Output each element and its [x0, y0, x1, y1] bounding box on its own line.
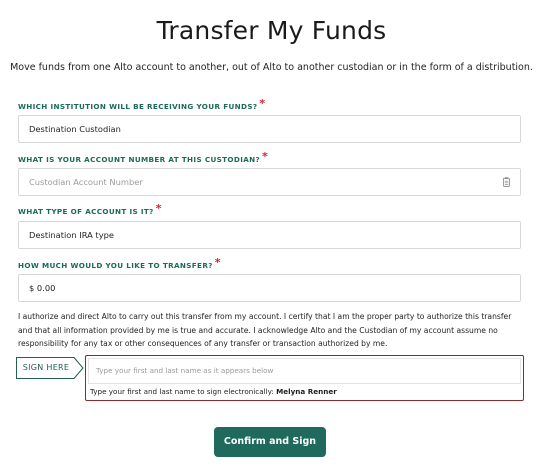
signature-placeholder: Type your first and last name as it appe…	[96, 366, 274, 375]
required-mark: *	[155, 202, 162, 215]
account-type-field[interactable]: Destination IRA type	[18, 221, 521, 249]
page-subtitle: Move funds from one Alto account to anot…	[10, 62, 533, 73]
institution-value: Destination Custodian	[29, 124, 121, 134]
account-type-value: Destination IRA type	[29, 230, 114, 240]
sign-here-tag: SIGN HERE	[16, 357, 84, 379]
account-number-label-text: WHAT IS YOUR ACCOUNT NUMBER AT THIS CUST…	[18, 155, 261, 164]
page-title: Transfer My Funds	[156, 16, 387, 45]
confirm-and-sign-button[interactable]: Confirm and Sign	[214, 427, 326, 457]
amount-label-text: HOW MUCH WOULD YOU LIKE TO TRANSFER?	[18, 261, 213, 270]
signature-hint-text: Type your first and last name to sign el…	[90, 387, 274, 396]
required-mark: *	[262, 150, 269, 163]
institution-label: WHICH INSTITUTION WILL BE RECEIVING YOUR…	[18, 97, 266, 112]
required-mark: *	[259, 97, 266, 110]
required-mark: *	[214, 256, 221, 269]
amount-input[interactable]: $ 0.00	[18, 274, 521, 302]
signature-name: Melyna Renner	[276, 387, 337, 396]
signature-hint: Type your first and last name to sign el…	[90, 387, 337, 396]
institution-field[interactable]: Destination Custodian	[18, 115, 521, 143]
amount-label: HOW MUCH WOULD YOU LIKE TO TRANSFER? *	[18, 256, 221, 271]
signature-input[interactable]: Type your first and last name as it appe…	[88, 358, 521, 384]
authorization-text: I authorize and direct Alto to carry out…	[18, 312, 512, 348]
account-number-input[interactable]: Custodian Account Number	[18, 168, 521, 196]
institution-label-text: WHICH INSTITUTION WILL BE RECEIVING YOUR…	[18, 102, 258, 111]
account-type-label: WHAT TYPE OF ACCOUNT IS IT? *	[18, 202, 162, 217]
clipboard-icon[interactable]	[503, 177, 510, 187]
account-type-label-text: WHAT TYPE OF ACCOUNT IS IT?	[18, 207, 154, 216]
sign-here-label: SIGN HERE	[22, 363, 70, 372]
account-number-label: WHAT IS YOUR ACCOUNT NUMBER AT THIS CUST…	[18, 150, 269, 165]
account-number-placeholder: Custodian Account Number	[29, 177, 143, 187]
signature-box: Type your first and last name as it appe…	[85, 355, 524, 401]
amount-value: $ 0.00	[29, 283, 56, 293]
